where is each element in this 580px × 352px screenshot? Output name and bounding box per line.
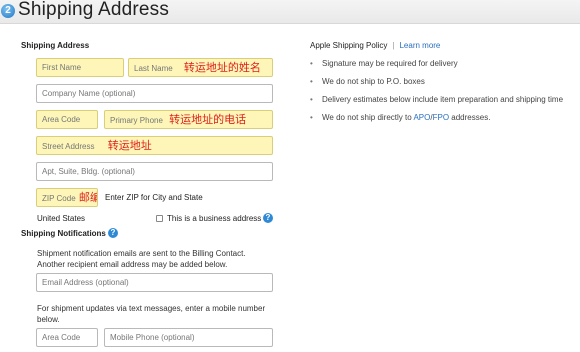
bullet-icon: • xyxy=(310,77,313,86)
mobile-area-code-input[interactable]: Area Code xyxy=(36,328,98,347)
sms-info-line-2: below. xyxy=(37,315,60,324)
primary-phone-input[interactable]: Primary Phone 转运地址的电话 xyxy=(104,110,273,129)
bullet-icon: • xyxy=(310,59,313,68)
bullet-icon: • xyxy=(310,95,313,104)
policy-separator: | xyxy=(392,41,395,50)
country-label: United States xyxy=(37,214,86,223)
business-address-checkbox[interactable] xyxy=(156,215,163,222)
learn-more-link[interactable]: Learn more xyxy=(399,41,440,50)
sms-info-line-1: For shipment updates via text messages, … xyxy=(37,304,266,313)
street-address-placeholder: Street Address xyxy=(42,142,95,151)
mobile-area-code-placeholder: Area Code xyxy=(42,333,81,342)
bullet-icon: • xyxy=(310,113,313,122)
policy-item-text: We do not ship to P.O. boxes xyxy=(322,77,425,86)
phone-annotation: 转运地址的电话 xyxy=(169,113,247,126)
area-code-input[interactable]: Area Code xyxy=(36,110,98,129)
policy-item-text: We do not ship directly to xyxy=(322,113,414,122)
last-name-placeholder: Last Name xyxy=(134,64,173,73)
name-annotation: 转运地址的姓名 xyxy=(183,61,261,74)
street-annotation: 转运地址 xyxy=(107,139,152,152)
apt-suite-placeholder: Apt, Suite, Bldg. (optional) xyxy=(42,167,135,176)
page-title: Shipping Address xyxy=(18,0,170,20)
shipping-policy-title: Apple Shipping Policy xyxy=(310,41,388,50)
mobile-phone-placeholder: Mobile Phone (optional) xyxy=(110,333,195,342)
shipping-policy-header: Apple Shipping Policy | Learn more xyxy=(310,41,440,50)
zip-annotation: 邮编 xyxy=(78,191,97,204)
shipping-policy-list: • Signature may be required for delivery … xyxy=(310,60,563,132)
policy-item: • Delivery estimates below include item p… xyxy=(310,96,563,114)
email-info-line-2: Another recipient email address may be a… xyxy=(37,260,228,269)
apt-suite-input[interactable]: Apt, Suite, Bldg. (optional) xyxy=(36,162,273,181)
zip-hint: Enter ZIP for City and State xyxy=(105,193,203,202)
area-code-placeholder: Area Code xyxy=(42,115,81,124)
policy-item: • Signature may be required for delivery xyxy=(310,60,563,78)
fpo-link[interactable]: FPO xyxy=(433,113,449,122)
policy-item: • We do not ship to P.O. boxes xyxy=(310,78,563,96)
policy-item-text: Delivery estimates below include item pr… xyxy=(322,95,564,104)
step-number-badge: 2 xyxy=(1,4,15,18)
company-name-placeholder: Company Name (optional) xyxy=(42,89,136,98)
email-address-input[interactable]: Email Address (optional) xyxy=(36,273,273,292)
first-name-input[interactable]: First Name xyxy=(36,58,124,77)
zip-code-placeholder: ZIP Code xyxy=(42,194,76,203)
shipping-address-section-label: Shipping Address xyxy=(21,41,90,50)
zip-code-input[interactable]: ZIP Code 邮编 xyxy=(36,188,98,207)
business-address-label: This is a business address xyxy=(167,214,262,223)
mobile-phone-input[interactable]: Mobile Phone (optional) xyxy=(104,328,273,347)
last-name-input[interactable]: Last Name 转运地址的姓名 xyxy=(128,58,273,77)
policy-item-suffix: addresses. xyxy=(449,113,491,122)
primary-phone-placeholder: Primary Phone xyxy=(110,116,163,125)
shipping-notifications-section-label: Shipping Notifications xyxy=(21,229,106,238)
title-bar: 2 Shipping Address xyxy=(0,0,580,24)
apo-link[interactable]: APO xyxy=(413,113,430,122)
email-address-placeholder: Email Address (optional) xyxy=(42,278,129,287)
first-name-placeholder: First Name xyxy=(42,63,82,72)
company-name-input[interactable]: Company Name (optional) xyxy=(36,84,273,103)
policy-item-text: Signature may be required for delivery xyxy=(322,59,458,68)
street-address-input[interactable]: Street Address 转运地址 xyxy=(36,136,273,155)
email-info-line-1: Shipment notification emails are sent to… xyxy=(37,249,246,258)
business-help-icon[interactable]: ? xyxy=(263,213,273,223)
policy-item: • We do not ship directly to APO/FPO addr… xyxy=(310,114,563,132)
notifications-help-icon[interactable]: ? xyxy=(108,228,118,238)
